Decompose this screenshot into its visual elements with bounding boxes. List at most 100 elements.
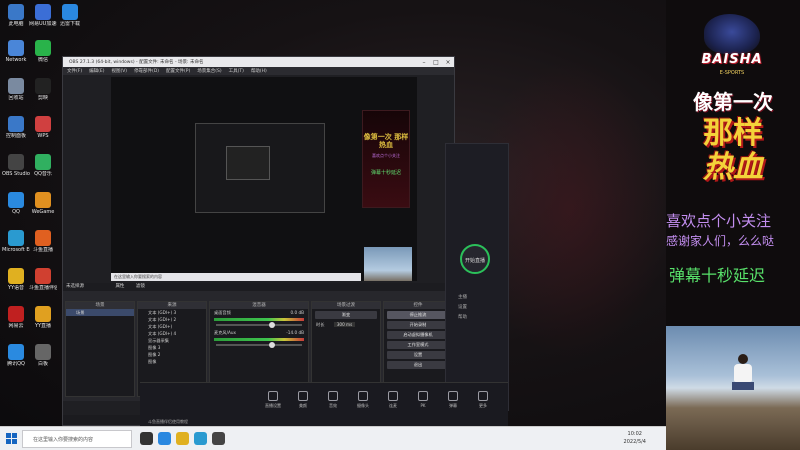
desktop-icon-label: 迅雷下载 — [59, 21, 80, 27]
live-tool-item[interactable]: 更多 — [470, 391, 496, 409]
transition-select[interactable]: 渐变 — [315, 311, 377, 319]
desktop-icon[interactable]: QQ — [2, 192, 30, 215]
desktop-icon[interactable]: OBS Studio — [2, 154, 30, 177]
source-item[interactable]: 文本 (GDI+) 2 — [138, 316, 206, 323]
tool-icon — [268, 391, 278, 401]
menu-item[interactable]: 视图(V) — [111, 68, 127, 74]
obs-window[interactable]: OBS 27.1.3 (64-bit, windows) - 配置文件: 未命名… — [62, 56, 456, 426]
tutorial-link[interactable]: 斗鱼直播伴侣使用教程 — [148, 419, 188, 425]
app-icon — [8, 78, 24, 94]
task-view-icon[interactable] — [140, 432, 153, 445]
app-icon — [8, 268, 24, 284]
desktop-icon[interactable]: 剪映 — [29, 78, 57, 101]
app-icon — [62, 4, 78, 20]
tool-label: 音效 — [329, 403, 337, 408]
windows-start-icon[interactable] — [6, 433, 17, 444]
live-tool-item[interactable]: 音效 — [320, 391, 346, 409]
menu-item[interactable]: 文件(F) — [67, 68, 82, 74]
app-icon — [8, 230, 24, 246]
properties-button[interactable]: 属性 — [115, 284, 124, 289]
obs-preview[interactable]: 在这里输入你要搜索的内容 像第一次 那样热血 喜欢点个小关注 弹幕十秒延迟 — [111, 77, 417, 281]
live-tool-item[interactable]: 美颜 — [290, 391, 316, 409]
taskbar-search-input[interactable]: 在这里输入你要搜索的内容 — [22, 430, 132, 448]
live-side-item[interactable]: 设置 — [458, 304, 467, 310]
source-item[interactable]: 图像 — [138, 358, 206, 365]
desktop-icon[interactable]: 白板 — [29, 344, 57, 367]
live-tool-item[interactable]: 弹幕 — [440, 391, 466, 409]
live-tool-item[interactable]: 直播设置 — [260, 391, 286, 409]
source-item[interactable]: 显示器采集 — [138, 337, 206, 344]
menu-item[interactable]: 帮助(H) — [251, 68, 267, 74]
scene-item[interactable]: 场景 — [66, 309, 134, 316]
menu-item[interactable]: 停靠部件(D) — [134, 68, 159, 74]
live-tool-item[interactable]: 连麦 — [380, 391, 406, 409]
desktop-icon[interactable]: 此电脑 — [2, 4, 30, 27]
desktop-icon-label: 斗鱼直播伴侣 — [29, 285, 57, 291]
duration-row: 时长 300 ms — [312, 321, 380, 328]
overlay-title-line3: 热血 — [703, 150, 763, 185]
source-item[interactable]: 图像 2 — [138, 351, 206, 358]
control-button[interactable]: 退出 — [387, 361, 449, 369]
overlay-delay-text: 弹幕十秒延迟 — [669, 266, 766, 285]
duration-input[interactable]: 300 ms — [333, 322, 356, 327]
filters-button[interactable]: 滤镜 — [136, 284, 145, 289]
desktop-icon[interactable]: QQ音乐 — [29, 154, 57, 177]
desktop-icon[interactable]: 斗鱼直播 — [29, 230, 57, 253]
system-clock[interactable]: 10:02 2022/5/4 — [624, 430, 646, 446]
desktop-icon[interactable]: YY直播 — [29, 306, 57, 329]
tool-label: 直播设置 — [265, 403, 281, 408]
live-tool-item[interactable]: 摄像头 — [350, 391, 376, 409]
windows-taskbar: 在这里输入你要搜索的内容 10:02 2022/5/4 — [0, 426, 666, 450]
volume-slider[interactable] — [216, 322, 302, 328]
desktop-icon[interactable]: 腾讯QQ — [2, 344, 30, 367]
menu-item[interactable]: 编辑(E) — [89, 68, 104, 74]
desktop-icon[interactable]: YY语音 — [2, 268, 30, 291]
control-button[interactable]: 停止推流 — [387, 311, 449, 319]
minimize-icon[interactable]: – — [418, 59, 430, 66]
live-tool-item[interactable]: PK — [410, 391, 436, 408]
desktop-icon[interactable]: 网易UU加速器 — [29, 4, 57, 27]
maximize-icon[interactable]: □ — [430, 59, 442, 66]
control-button[interactable]: 开始录制 — [387, 321, 449, 329]
desktop-icon[interactable]: Network — [2, 40, 30, 63]
desktop-icon[interactable]: 迅雷下载 — [56, 4, 84, 27]
source-item[interactable]: 文本 (GDI+) 3 — [138, 309, 206, 316]
live-companion-app: 主播设置帮助 开始直播 — [445, 143, 509, 411]
control-button[interactable]: 工作室模式 — [387, 341, 449, 349]
control-button[interactable]: 设置 — [387, 351, 449, 359]
volume-slider[interactable] — [216, 342, 302, 348]
tool-icon — [388, 391, 398, 401]
desktop-icon-label: 网易云 — [8, 323, 24, 329]
desktop-icon[interactable]: 回收站 — [2, 78, 30, 101]
source-item[interactable]: 文本 (GDI+) — [138, 323, 206, 330]
live-side-item[interactable]: 主播 — [458, 294, 467, 300]
desktop-icon[interactable]: 微信 — [29, 40, 57, 63]
desktop-icon[interactable]: WeGame — [29, 192, 57, 215]
source-item[interactable]: 文本 (GDI+) 4 — [138, 330, 206, 337]
app-icon — [35, 306, 51, 322]
volume-meter — [214, 318, 304, 321]
live-side-item[interactable]: 帮助 — [458, 314, 467, 320]
source-item[interactable]: 图像 3 — [138, 344, 206, 351]
close-icon[interactable]: × — [442, 59, 454, 66]
taskbar-obs-icon[interactable] — [212, 432, 225, 445]
desktop-icon-label: 网易UU加速器 — [29, 21, 57, 27]
desktop-icon[interactable]: 控制面板 — [2, 116, 30, 139]
taskbar-folder-icon[interactable] — [176, 432, 189, 445]
menu-item[interactable]: 场景集合(S) — [197, 68, 221, 74]
desktop-icon[interactable]: 网易云 — [2, 306, 30, 329]
desktop-icon[interactable]: WPS — [29, 116, 57, 139]
start-live-button[interactable]: 开始直播 — [460, 244, 490, 274]
app-icon — [35, 40, 51, 56]
taskbar-edge-icon[interactable] — [194, 432, 207, 445]
overlay-title-line2: 那样 — [703, 116, 763, 151]
desktop-icon[interactable]: 斗鱼直播伴侣 — [29, 268, 57, 291]
desktop-icon[interactable]: Microsoft Edge — [2, 230, 30, 253]
obs-titlebar[interactable]: OBS 27.1.3 (64-bit, windows) - 配置文件: 未命名… — [63, 57, 454, 67]
menu-item[interactable]: 工具(T) — [229, 68, 244, 74]
control-button[interactable]: 启动虚拟摄像机 — [387, 331, 449, 339]
taskbar-app-icon[interactable] — [158, 432, 171, 445]
tool-label: 美颜 — [299, 403, 307, 408]
app-icon — [8, 154, 24, 170]
menu-item[interactable]: 配置文件(P) — [166, 68, 190, 74]
